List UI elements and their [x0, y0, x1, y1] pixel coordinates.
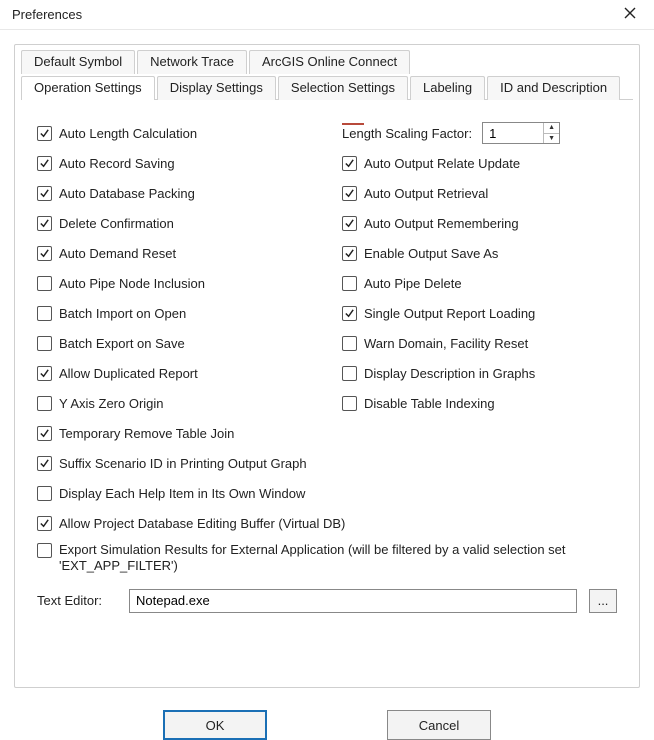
checkbox-full-1[interactable] [37, 456, 52, 471]
checkbox-label: Export Simulation Results for External A… [59, 542, 617, 575]
checkbox-label: Auto Length Calculation [59, 126, 197, 141]
option-row: Disable Table Indexing [342, 388, 617, 418]
checkbox-label: Display Description in Graphs [364, 366, 535, 381]
checkbox-label: Batch Export on Save [59, 336, 185, 351]
option-row: Auto Output Relate Update [342, 148, 617, 178]
option-row: Auto Pipe Node Inclusion [37, 268, 312, 298]
option-row: Y Axis Zero Origin [37, 388, 312, 418]
tab-display-settings[interactable]: Display Settings [157, 76, 276, 100]
option-row: Batch Export on Save [37, 328, 312, 358]
checkbox-label: Y Axis Zero Origin [59, 396, 164, 411]
text-editor-row: Text Editor: ... [37, 589, 617, 613]
checkbox-label: Enable Output Save As [364, 246, 498, 261]
checkbox-right-0[interactable] [342, 156, 357, 171]
checkbox-label: Warn Domain, Facility Reset [364, 336, 528, 351]
checkbox-label: Temporary Remove Table Join [59, 426, 234, 441]
checkbox-left-6[interactable] [37, 306, 52, 321]
option-row: Allow Project Database Editing Buffer (V… [37, 508, 617, 538]
checkbox-right-2[interactable] [342, 216, 357, 231]
checkbox-label: Single Output Report Loading [364, 306, 535, 321]
text-editor-input[interactable] [129, 589, 577, 613]
checkbox-label: Display Each Help Item in Its Own Window [59, 486, 305, 501]
option-row: Enable Output Save As [342, 238, 617, 268]
spinner-down-icon[interactable]: ▼ [544, 134, 559, 144]
option-row: Delete Confirmation [37, 208, 312, 238]
tab-selection-settings[interactable]: Selection Settings [278, 76, 408, 100]
checkbox-full-2[interactable] [37, 486, 52, 501]
checkbox-label: Auto Record Saving [59, 156, 175, 171]
option-row: Auto Demand Reset [37, 238, 312, 268]
checkbox-label: Batch Import on Open [59, 306, 186, 321]
checkbox-right-5[interactable] [342, 306, 357, 321]
option-row: Auto Pipe Delete [342, 268, 617, 298]
checkbox-left-9[interactable] [37, 396, 52, 411]
checkbox-label: Auto Output Remembering [364, 216, 519, 231]
titlebar: Preferences [0, 0, 654, 30]
checkbox-right-4[interactable] [342, 276, 357, 291]
checkbox-left-0[interactable] [37, 126, 52, 141]
checkbox-right-8[interactable] [342, 396, 357, 411]
option-row: Batch Import on Open [37, 298, 312, 328]
ok-button[interactable]: OK [163, 710, 267, 740]
checkbox-left-3[interactable] [37, 216, 52, 231]
option-row: Display Each Help Item in Its Own Window [37, 478, 617, 508]
checkbox-right-6[interactable] [342, 336, 357, 351]
checkbox-label: Disable Table Indexing [364, 396, 495, 411]
checkbox-label: Auto Database Packing [59, 186, 195, 201]
dialog-buttons: OK Cancel [0, 710, 654, 740]
text-editor-label: Text Editor: [37, 593, 117, 608]
tab-labeling[interactable]: Labeling [410, 76, 485, 100]
window-title: Preferences [12, 7, 82, 22]
length-scaling-row: Length Scaling Factor: ▲▼ [342, 118, 617, 148]
browse-button[interactable]: ... [589, 589, 617, 613]
checkbox-full-4[interactable] [37, 543, 52, 558]
operation-settings-panel: Auto Length Calculation Auto Record Savin… [15, 100, 639, 623]
checkbox-label: Auto Pipe Node Inclusion [59, 276, 205, 291]
checkbox-label: Auto Output Relate Update [364, 156, 520, 171]
checkbox-left-7[interactable] [37, 336, 52, 351]
preferences-frame: Default SymbolNetwork TraceArcGIS Online… [14, 44, 640, 688]
option-row: Temporary Remove Table Join [37, 418, 617, 448]
checkbox-left-2[interactable] [37, 186, 52, 201]
tab-network-trace[interactable]: Network Trace [137, 50, 247, 74]
checkbox-left-4[interactable] [37, 246, 52, 261]
checkbox-label: Auto Demand Reset [59, 246, 176, 261]
tab-default-symbol[interactable]: Default Symbol [21, 50, 135, 74]
checkbox-label: Auto Pipe Delete [364, 276, 462, 291]
close-icon[interactable] [616, 2, 644, 27]
checkbox-right-1[interactable] [342, 186, 357, 201]
option-row: Auto Length Calculation [37, 118, 312, 148]
length-scaling-spinner[interactable]: ▲▼ [482, 122, 560, 144]
option-row: Allow Duplicated Report [37, 358, 312, 388]
cancel-button[interactable]: Cancel [387, 710, 491, 740]
checkbox-label: Suffix Scenario ID in Printing Output Gr… [59, 456, 307, 471]
tab-strip: Default SymbolNetwork TraceArcGIS Online… [15, 45, 639, 99]
length-scaling-label: Length Scaling Factor: [342, 126, 472, 141]
option-row: Suffix Scenario ID in Printing Output Gr… [37, 448, 617, 478]
checkbox-left-8[interactable] [37, 366, 52, 381]
checkbox-left-1[interactable] [37, 156, 52, 171]
option-row: Auto Record Saving [37, 148, 312, 178]
option-row: Export Simulation Results for External A… [37, 538, 617, 579]
checkbox-label: Delete Confirmation [59, 216, 174, 231]
checkbox-label: Auto Output Retrieval [364, 186, 488, 201]
option-row: Auto Output Retrieval [342, 178, 617, 208]
option-row: Single Output Report Loading [342, 298, 617, 328]
checkbox-label: Allow Duplicated Report [59, 366, 198, 381]
length-scaling-input[interactable] [483, 123, 543, 143]
option-row: Display Description in Graphs [342, 358, 617, 388]
tab-operation-settings[interactable]: Operation Settings [21, 76, 155, 100]
option-row: Auto Output Remembering [342, 208, 617, 238]
tab-id-and-description[interactable]: ID and Description [487, 76, 620, 100]
checkbox-label: Allow Project Database Editing Buffer (V… [59, 516, 345, 531]
checkbox-full-0[interactable] [37, 426, 52, 441]
checkbox-full-3[interactable] [37, 516, 52, 531]
option-row: Auto Database Packing [37, 178, 312, 208]
option-row: Warn Domain, Facility Reset [342, 328, 617, 358]
tab-arcgis-online-connect[interactable]: ArcGIS Online Connect [249, 50, 410, 74]
checkbox-left-5[interactable] [37, 276, 52, 291]
spinner-up-icon[interactable]: ▲ [544, 123, 559, 134]
checkbox-right-3[interactable] [342, 246, 357, 261]
checkbox-right-7[interactable] [342, 366, 357, 381]
